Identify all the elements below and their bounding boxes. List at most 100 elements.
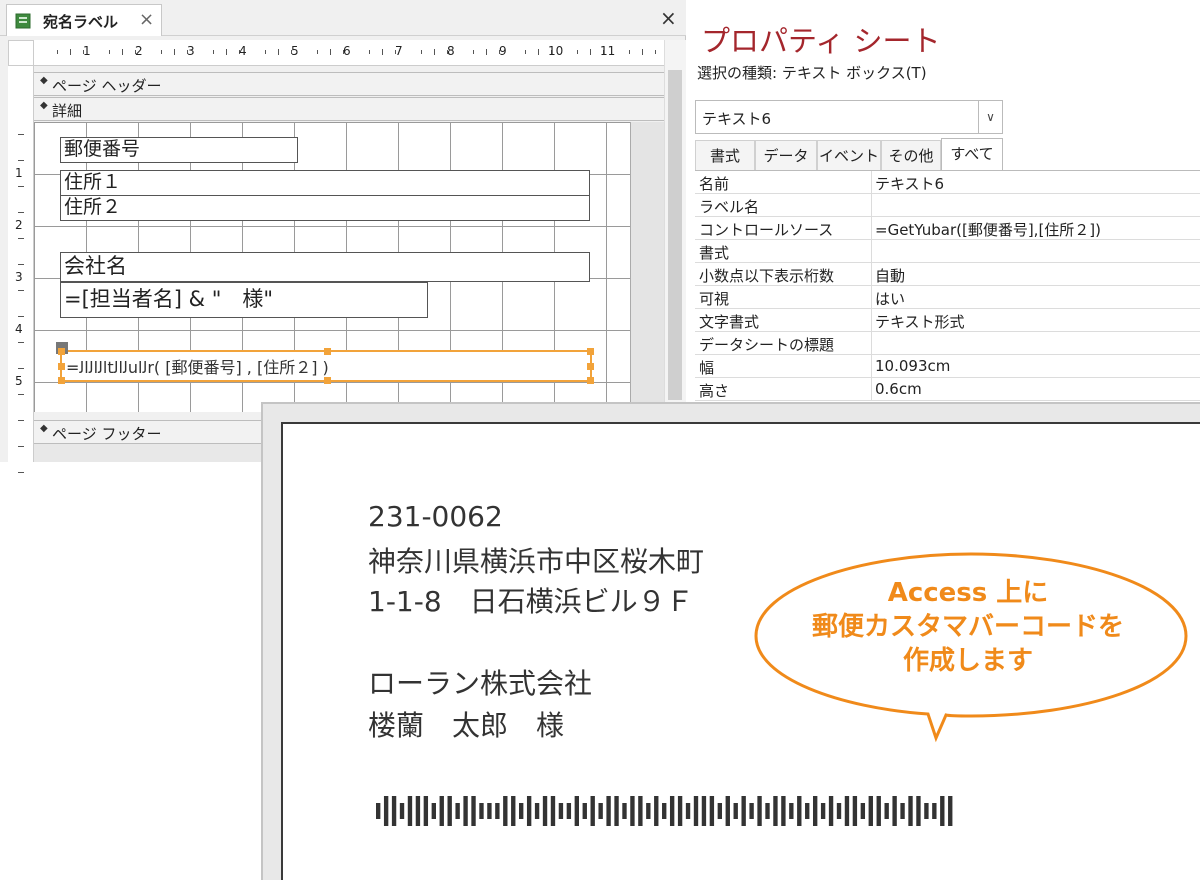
ruler-tick <box>590 49 591 55</box>
column-divider <box>871 309 872 332</box>
section-page-header[interactable]: ◆ ページ ヘッダー <box>34 72 664 96</box>
barcode-bar <box>741 796 746 826</box>
ruler-tick <box>642 49 643 55</box>
ruler-tick <box>18 212 24 213</box>
tab-event[interactable]: イベント <box>817 140 881 170</box>
barcode-bar <box>860 803 866 819</box>
ruler-number: 7 <box>395 44 403 58</box>
textbox-person[interactable]: =[担当者名] & " 様" <box>60 282 428 318</box>
barcode-bar <box>431 803 436 819</box>
property-row[interactable]: コントロールソース =GetYubar([郵便番号],[住所２]) <box>695 217 1200 240</box>
customer-barcode <box>376 796 953 826</box>
textbox-address2[interactable]: 住所２ <box>60 195 590 221</box>
property-value[interactable]: 0.6cm <box>875 380 922 398</box>
barcode-bar <box>948 796 953 826</box>
barcode-bar <box>519 803 524 819</box>
property-value[interactable]: テキスト形式 <box>875 311 965 332</box>
barcode-bar <box>455 803 460 819</box>
property-value[interactable]: 10.093cm <box>875 357 950 375</box>
property-row[interactable]: 書式 <box>695 240 1200 263</box>
column-divider <box>871 263 872 286</box>
property-name: 文字書式 <box>699 313 760 331</box>
barcode-bar <box>590 796 595 826</box>
barcode-bar <box>669 796 675 826</box>
ruler-number: 5 <box>291 44 299 58</box>
property-row[interactable]: データシートの標題 <box>695 332 1200 355</box>
barcode-bar <box>503 796 508 826</box>
chevron-down-icon[interactable]: ∨ <box>978 101 1002 133</box>
property-name: データシートの標題 <box>699 336 835 354</box>
preview-company: ローラン株式会社 <box>368 667 593 700</box>
barcode-bar <box>407 796 413 826</box>
barcode-bar <box>685 803 691 819</box>
preview-zip: 231-0062 <box>368 500 503 533</box>
tab-close-icon[interactable]: × <box>139 9 154 30</box>
property-row[interactable]: ラベル名 <box>695 194 1200 217</box>
textbox-barcode-selected[interactable]: =ﺍﻟﺍﻟﺍﻟtﻟﺍﻟuﻟﺍr( [郵便番号] , [住所２] ) <box>56 342 594 384</box>
property-row[interactable]: 高さ 0.6cm <box>695 378 1200 401</box>
ruler-number: 5 <box>15 374 23 388</box>
tab-address-label[interactable]: 宛名ラベル × <box>6 4 162 36</box>
resize-handle[interactable] <box>587 363 594 370</box>
preview-address2: 1-1-8 日石横浜ビル９Ｆ <box>368 585 694 618</box>
barcode-bar <box>701 796 707 826</box>
tab-data[interactable]: データ <box>755 140 817 170</box>
property-name: 高さ <box>699 382 730 400</box>
resize-handle[interactable] <box>324 377 331 384</box>
resize-handle[interactable] <box>58 377 65 384</box>
property-value[interactable]: =GetYubar([郵便番号],[住所２]) <box>875 219 1101 240</box>
barcode-bar <box>495 803 500 819</box>
ruler-tick <box>278 49 279 55</box>
barcode-bar <box>773 796 778 826</box>
property-value[interactable]: テキスト6 <box>875 173 944 194</box>
property-name: 小数点以下表示桁数 <box>699 267 835 285</box>
ruler-tick <box>629 50 630 54</box>
ruler-tick <box>18 186 24 187</box>
property-row[interactable]: 幅 10.093cm <box>695 355 1200 378</box>
ruler-tick <box>70 49 71 55</box>
control-selector[interactable]: テキスト6 ∨ <box>695 100 1003 134</box>
ruler-corner[interactable] <box>8 40 34 66</box>
resize-handle[interactable] <box>587 348 594 355</box>
property-name: 幅 <box>699 359 715 377</box>
property-sheet-title: プロパティ シート <box>701 24 941 58</box>
property-value[interactable]: はい <box>875 288 905 309</box>
tab-format[interactable]: 書式 <box>695 140 755 170</box>
window-close-icon[interactable]: × <box>660 6 677 30</box>
property-value[interactable]: 自動 <box>875 265 905 286</box>
section-label: 詳細 <box>52 102 83 120</box>
textbox-company[interactable]: 会社名 <box>60 252 590 282</box>
resize-handle[interactable] <box>587 377 594 384</box>
textbox-address1[interactable]: 住所１ <box>60 170 590 196</box>
property-name: 名前 <box>699 175 730 193</box>
document-tab-bar: 宛名ラベル × × <box>0 0 686 36</box>
tab-all[interactable]: すべて <box>941 138 1003 170</box>
ruler-tick <box>18 472 24 473</box>
property-name: ラベル名 <box>699 198 760 216</box>
ruler-tick <box>161 50 162 54</box>
resize-handle[interactable] <box>58 363 65 370</box>
scrollbar-thumb[interactable] <box>668 70 682 400</box>
property-row[interactable]: 名前 テキスト6 <box>695 171 1200 194</box>
barcode-bar <box>614 796 619 826</box>
column-divider <box>871 194 872 217</box>
barcode-bar <box>582 803 587 819</box>
ruler-number: 11 <box>600 44 616 58</box>
resize-handle[interactable] <box>58 348 65 355</box>
barcode-bar <box>439 796 444 826</box>
ruler-number: 3 <box>187 44 195 58</box>
ruler-tick <box>525 50 526 54</box>
property-row[interactable]: 文字書式 テキスト形式 <box>695 309 1200 332</box>
tab-other[interactable]: その他 <box>881 140 941 170</box>
ruler-number: 6 <box>343 44 351 58</box>
ruler-number: 4 <box>239 44 247 58</box>
section-arrow-icon: ◆ <box>40 423 48 434</box>
property-row[interactable]: 可視 はい <box>695 286 1200 309</box>
barcode-bar <box>415 796 421 826</box>
barcode-bar <box>765 803 770 819</box>
section-detail[interactable]: ◆ 詳細 <box>34 97 664 121</box>
ruler-tick <box>122 49 123 55</box>
column-divider <box>871 332 872 355</box>
textbox-zip[interactable]: 郵便番号 <box>60 137 298 163</box>
property-row[interactable]: 小数点以下表示桁数 自動 <box>695 263 1200 286</box>
